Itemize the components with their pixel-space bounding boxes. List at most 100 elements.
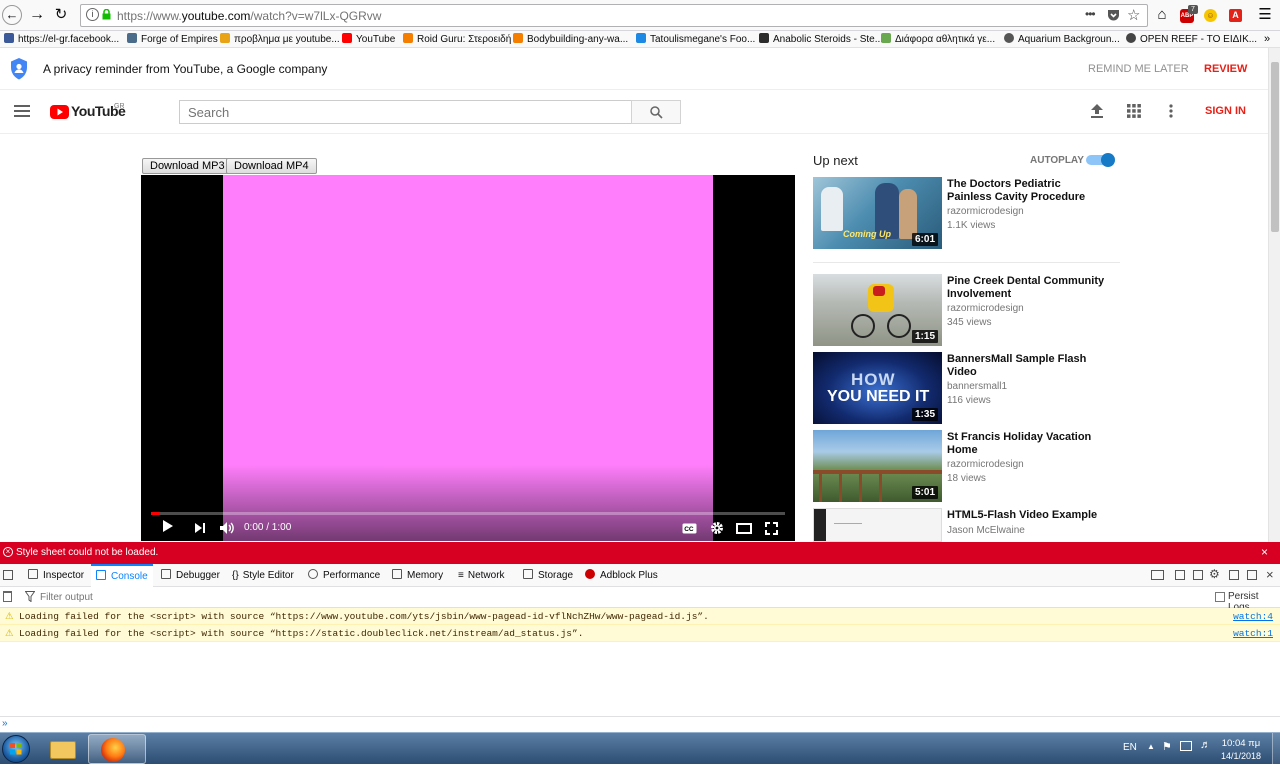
taskbar-explorer[interactable] (42, 734, 82, 764)
split-console-icon[interactable] (1151, 570, 1164, 580)
bookmark-item[interactable]: OPEN REEF - ΤΟ ΕΙΔΙΚ... (1126, 33, 1257, 47)
bookmark-item[interactable]: https://el-gr.facebook... (4, 33, 119, 47)
video-channel[interactable]: razormicrodesign (947, 459, 1024, 470)
video-thumbnail[interactable]: HOW YOU NEED IT 1:35 (813, 352, 942, 424)
video-player[interactable]: 0:00 / 1:00 CC (141, 175, 795, 541)
video-title[interactable]: HTML5-Flash Video Example (947, 509, 1107, 522)
tab-network[interactable]: ≡ Network (458, 564, 505, 587)
emoji-addon-icon[interactable]: ☺ (1200, 4, 1222, 26)
bookmark-item[interactable]: Roid Guru: Στεροειδή (403, 33, 511, 47)
action-center-flag-icon[interactable]: ⚑ (1162, 740, 1172, 753)
persist-logs-checkbox[interactable] (1215, 592, 1225, 602)
volume-icon[interactable] (218, 519, 236, 537)
taskbar-firefox[interactable] (88, 734, 146, 764)
video-channel[interactable]: razormicrodesign (947, 303, 1024, 314)
bookmark-item[interactable]: Anabolic Steroids - Ste... (759, 33, 883, 47)
play-icon[interactable] (161, 519, 175, 537)
back-button[interactable]: ← (2, 5, 22, 25)
apps-grid-icon[interactable] (1127, 104, 1141, 121)
tab-style-editor[interactable]: {} Style Editor (232, 564, 294, 587)
tab-adblock-plus[interactable]: Adblock Plus (585, 564, 658, 587)
sign-in-button[interactable]: SIGN IN (1205, 105, 1246, 117)
autoplay-toggle[interactable] (1086, 153, 1116, 167)
video-thumbnail[interactable] (813, 508, 942, 542)
video-title[interactable]: BannersMall Sample Flash Video (947, 353, 1107, 378)
video-channel[interactable]: bannersmall1 (947, 381, 1007, 392)
remind-later-button[interactable]: REMIND ME LATER (1088, 63, 1189, 75)
info-icon[interactable]: i (86, 8, 99, 21)
menu-icon[interactable]: ☰ (1254, 4, 1276, 26)
progress-bar[interactable] (151, 512, 785, 515)
bookmark-item[interactable]: Bodybuilding-any-wa... (513, 33, 628, 47)
home-icon[interactable]: ⌂ (1151, 4, 1173, 26)
video-channel[interactable]: razormicrodesign (947, 206, 1024, 217)
download-mp3-button[interactable]: Download MP3 (142, 158, 233, 174)
undock-icon[interactable] (1247, 570, 1257, 580)
clock-time[interactable]: 10:04 πμ (1219, 738, 1263, 749)
trash-icon[interactable] (3, 591, 12, 602)
close-devtools-icon[interactable]: × (1266, 567, 1274, 582)
theater-mode-icon[interactable] (735, 519, 753, 537)
fullscreen-icon[interactable] (763, 519, 779, 537)
network-icon[interactable] (1180, 741, 1192, 751)
video-title[interactable]: St Francis Holiday Vacation Home (947, 431, 1107, 456)
bookmark-item[interactable]: Tatoulismegane's Foo... (636, 33, 755, 47)
address-bar[interactable]: i https://www.youtube.com/watch?v=w7lLx-… (80, 4, 1148, 27)
captions-icon[interactable]: CC (681, 519, 697, 537)
tray-expand-icon[interactable]: ▲ (1147, 742, 1155, 751)
network-icon: ≡ (458, 570, 464, 581)
video-views: 1.1K views (947, 220, 996, 231)
filter-input[interactable] (40, 590, 340, 605)
tab-storage[interactable]: Storage (523, 564, 573, 587)
bookmarks-overflow-button[interactable]: » (1264, 33, 1270, 47)
bookmark-item[interactable]: YouTube (342, 33, 395, 47)
pdf-addon-icon[interactable]: A (1225, 4, 1247, 26)
download-mp4-button[interactable]: Download MP4 (226, 158, 317, 174)
language-indicator[interactable]: EN (1123, 742, 1137, 753)
forward-button[interactable]: → (26, 4, 48, 26)
tab-memory[interactable]: Memory (392, 564, 443, 587)
tab-console[interactable]: Console (91, 564, 153, 587)
video-thumbnail[interactable]: Coming Up 6:01 (813, 177, 942, 249)
bookmark-item[interactable]: προβλημα με youtube... (220, 33, 340, 47)
hamburger-menu-icon[interactable] (14, 104, 30, 117)
page-scrollbar[interactable] (1268, 48, 1280, 542)
scrollbar-thumb[interactable] (1271, 62, 1279, 232)
pocket-icon[interactable] (1107, 9, 1120, 21)
close-icon[interactable]: × (1261, 545, 1268, 559)
reload-button[interactable]: ↻ (50, 4, 72, 26)
clock-date[interactable]: 14/1/2018 (1219, 751, 1263, 761)
adblock-addon-icon[interactable]: ABP 7 (1177, 4, 1199, 26)
video-thumbnail[interactable]: 1:15 (813, 274, 942, 346)
next-icon[interactable] (193, 519, 207, 537)
bookmark-star-icon[interactable]: ☆ (1127, 6, 1140, 24)
tab-debugger[interactable]: Debugger (161, 564, 220, 587)
responsive-mode-icon[interactable] (1175, 570, 1185, 580)
review-button[interactable]: REVIEW (1204, 63, 1247, 75)
more-vert-icon[interactable] (1169, 104, 1173, 121)
start-button[interactable] (2, 735, 30, 763)
show-desktop-button[interactable] (1272, 733, 1280, 765)
tab-inspector[interactable]: Inspector (28, 564, 84, 587)
screenshot-icon[interactable] (1193, 570, 1203, 580)
console-input[interactable]: » (0, 716, 1280, 732)
message-location-link[interactable]: watch:1 (1233, 625, 1273, 642)
bookmark-item[interactable]: Aquarium Backgroun... (1004, 33, 1120, 47)
page-actions-button[interactable]: ••• (1085, 7, 1096, 21)
element-picker-icon[interactable] (3, 570, 13, 580)
search-button[interactable] (631, 100, 681, 124)
settings-gear-icon[interactable]: ⚙ (1209, 567, 1220, 581)
volume-icon[interactable]: ♬ (1200, 739, 1211, 751)
message-location-link[interactable]: watch:4 (1233, 608, 1273, 625)
dock-side-icon[interactable] (1229, 570, 1239, 580)
bookmark-item[interactable]: Forge of Empires (127, 33, 218, 47)
tab-performance[interactable]: Performance (308, 564, 380, 587)
video-title[interactable]: Pine Creek Dental Community Involvement (947, 275, 1107, 300)
search-input[interactable] (179, 100, 632, 124)
video-channel[interactable]: Jason McElwaine (947, 525, 1025, 536)
upload-icon[interactable] (1090, 103, 1104, 122)
video-thumbnail[interactable]: 5:01 (813, 430, 942, 502)
settings-gear-icon[interactable] (709, 519, 725, 537)
video-title[interactable]: The Doctors Pediatric Painless Cavity Pr… (947, 178, 1107, 203)
bookmark-item[interactable]: Διάφορα αθλητικά γε... (881, 33, 995, 47)
